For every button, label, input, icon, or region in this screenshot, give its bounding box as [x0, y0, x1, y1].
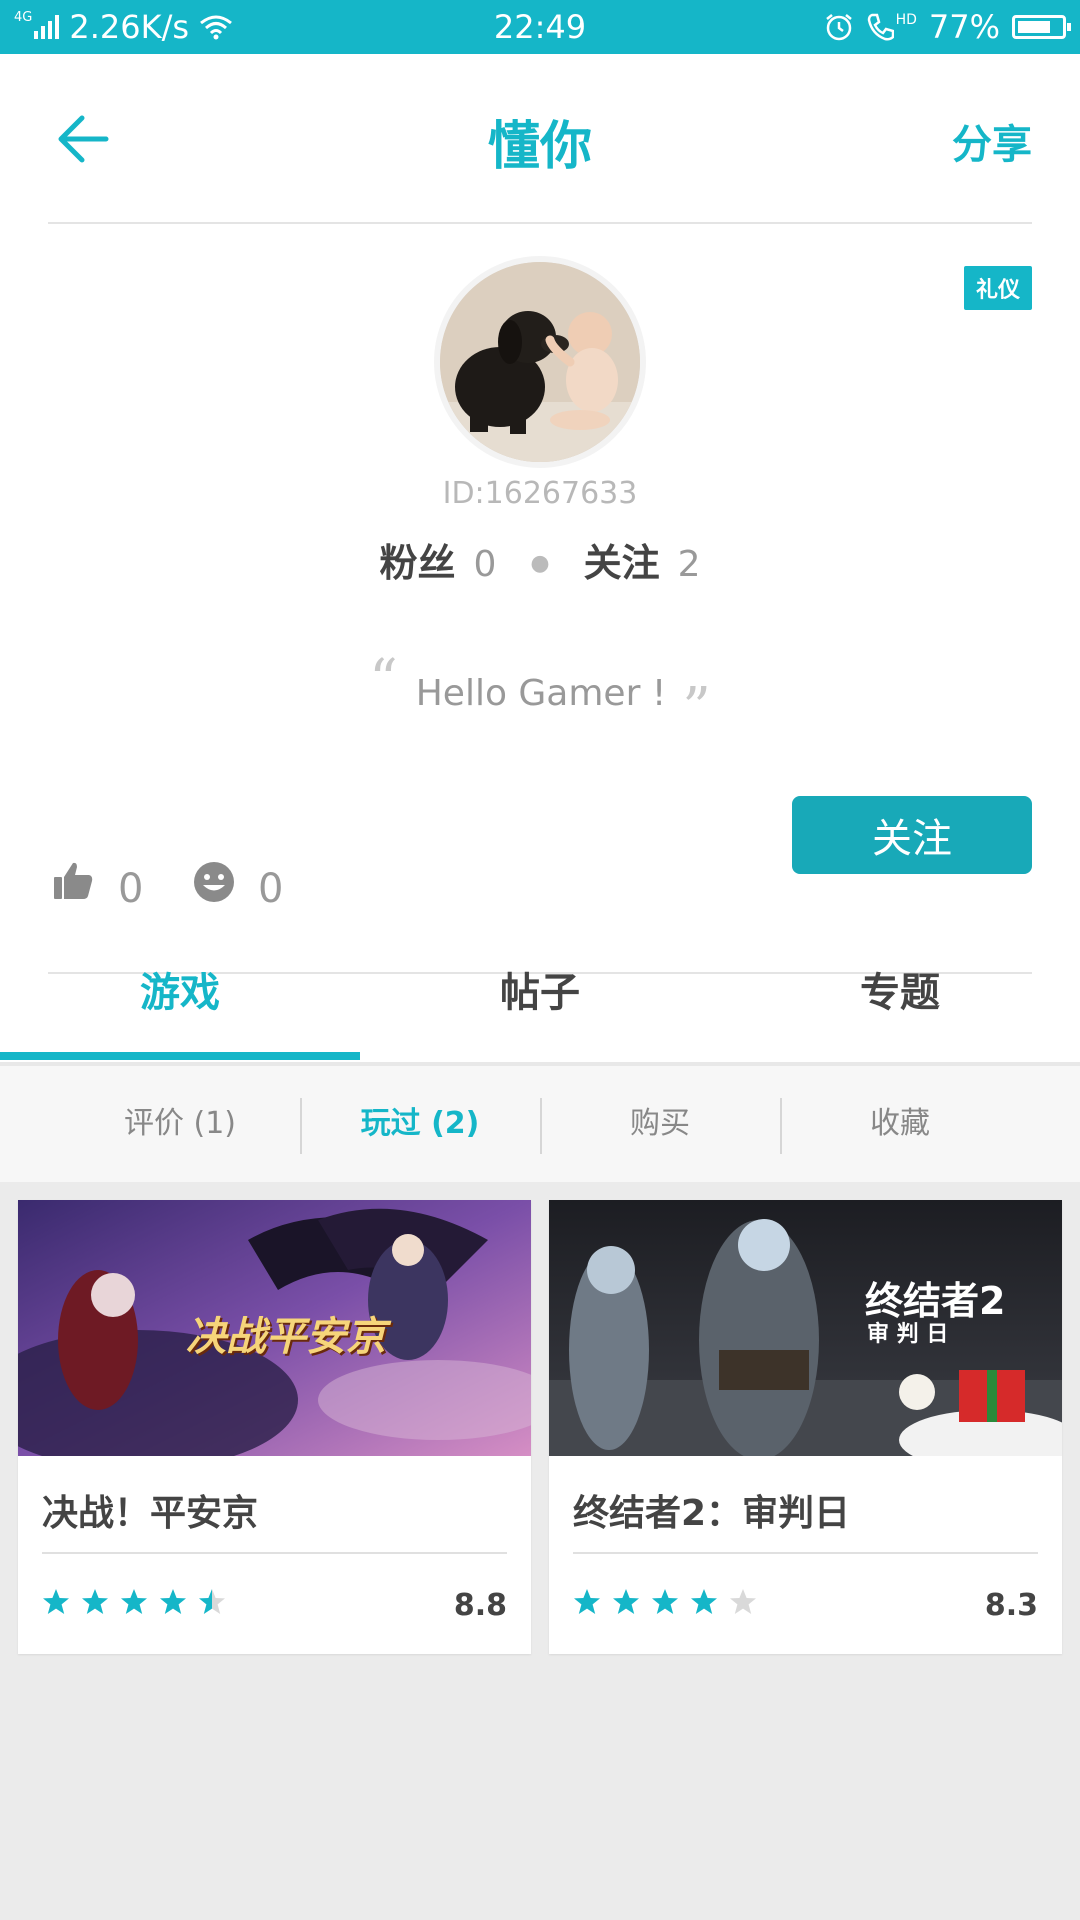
- page-title: 懂你: [487, 117, 592, 177]
- subtab-purchased[interactable]: 购买: [540, 1066, 780, 1182]
- open-quote-icon: “: [369, 648, 398, 713]
- header-divider: [48, 222, 1032, 224]
- subtab-favorites[interactable]: 收藏: [780, 1066, 1020, 1182]
- user-id: ID:16267633: [442, 476, 638, 511]
- hd-label: HD: [895, 12, 917, 28]
- star-icon: [730, 1589, 756, 1614]
- arrow-left-icon: [58, 115, 109, 163]
- status-bar: 4G 2.26K/s 22:49 HD 77%: [0, 0, 1080, 54]
- star-icon: [199, 1589, 225, 1614]
- motto: “ Hello Gamer ! ”: [0, 648, 1080, 741]
- following-count[interactable]: 2: [678, 544, 701, 585]
- game-score: 8.8: [453, 1588, 507, 1623]
- star-icon: [652, 1589, 678, 1614]
- card-divider: [573, 1552, 1038, 1554]
- alarm-icon: [825, 14, 852, 41]
- following-label[interactable]: 关注: [584, 532, 660, 587]
- game-score: 8.3: [984, 1588, 1038, 1623]
- status-right: HD 77%: [824, 8, 1071, 46]
- tab-posts[interactable]: 帖子: [360, 940, 720, 1060]
- star-icon: [613, 1589, 639, 1614]
- follow-stats: 粉丝 0 ● 关注 2: [0, 532, 1080, 587]
- cover-art-text: 决战平安京: [186, 1314, 386, 1360]
- share-button[interactable]: 分享: [952, 112, 1032, 170]
- main-tabs: 游戏 帖子 专题: [0, 940, 1080, 1060]
- star-icon: [82, 1589, 108, 1614]
- call-hd-icon: HD: [866, 12, 917, 42]
- card-divider: [42, 1552, 507, 1554]
- game-title: 决战！平安京: [42, 1493, 259, 1534]
- close-quote-icon: ”: [682, 676, 711, 741]
- fans-label[interactable]: 粉丝: [379, 532, 455, 587]
- smiles-count: 0: [258, 866, 284, 912]
- stat-separator: ●: [530, 551, 550, 576]
- star-icon: [121, 1589, 147, 1614]
- thumbs-up-icon[interactable]: [52, 860, 94, 902]
- star-icon: [574, 1589, 600, 1614]
- battery-icon: [1012, 15, 1071, 39]
- game-cover-image: 终结者2 审 判 日: [549, 1200, 1062, 1456]
- tab-games[interactable]: 游戏: [0, 940, 360, 1060]
- fans-count[interactable]: 0: [473, 544, 496, 585]
- avatar-image: [440, 262, 640, 462]
- star-rating: [573, 1588, 757, 1616]
- avatar[interactable]: [434, 256, 646, 468]
- game-card[interactable]: 决战平安京 决战！平安京 8.8: [18, 1200, 531, 1654]
- cover-art-subtext: 审 判 日: [867, 1322, 949, 1347]
- user-badge: 礼仪: [963, 266, 1032, 310]
- star-icon: [691, 1589, 717, 1614]
- follow-button[interactable]: 关注: [792, 796, 1032, 874]
- back-button[interactable]: [56, 112, 110, 166]
- star-icon: [160, 1589, 186, 1614]
- game-cover-image: 决战平安京: [18, 1200, 531, 1456]
- tab-topics[interactable]: 专题: [720, 940, 1080, 1060]
- smile-icon[interactable]: [192, 860, 236, 904]
- star-rating: [42, 1588, 226, 1616]
- game-title: 终结者2：审判日: [573, 1493, 851, 1534]
- subtab-played[interactable]: 玩过 (2): [300, 1066, 540, 1182]
- motto-text: Hello Gamer !: [415, 673, 667, 714]
- game-card[interactable]: 终结者2 审 判 日 终结者2：审判日 8.3: [549, 1200, 1062, 1654]
- subtab-reviews[interactable]: 评价 (1): [60, 1066, 300, 1182]
- profile-section: 懂你 分享 礼仪 ID:16267633 粉丝 0 ● 关注 2 “Hello: [0, 54, 1080, 1068]
- sub-tabs: 评价 (1) 玩过 (2) 购买 收藏: [0, 1066, 1080, 1182]
- battery-fill: [1018, 21, 1050, 33]
- game-grid: 决战平安京 决战！平安京 8.8 终结者2 审 判 日 终结者2：审判日 8.3: [18, 1200, 1062, 1654]
- star-icon: [43, 1589, 69, 1614]
- likes-count: 0: [118, 866, 144, 912]
- battery-percent: 77%: [928, 8, 1000, 46]
